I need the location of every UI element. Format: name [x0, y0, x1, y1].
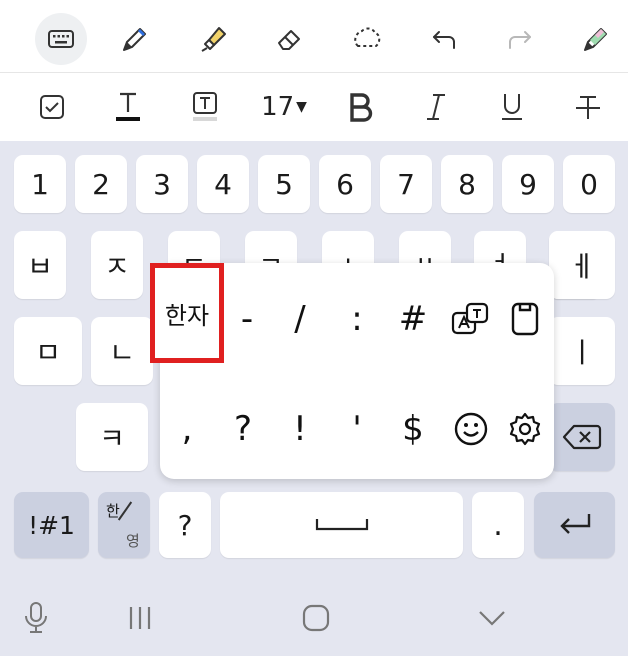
- popup-exclaim[interactable]: !: [275, 399, 325, 459]
- key-mieum[interactable]: ㅁ: [14, 317, 82, 385]
- key-e[interactable]: ㅔ: [549, 231, 615, 299]
- key-5[interactable]: 5: [258, 155, 310, 213]
- microphone-icon[interactable]: [18, 598, 54, 638]
- redo-icon[interactable]: [494, 13, 546, 65]
- key-0[interactable]: 0: [563, 155, 615, 213]
- undo-icon[interactable]: [418, 13, 470, 65]
- language-switch-key[interactable]: 한 영: [98, 492, 150, 558]
- key-nieun[interactable]: ㄴ: [91, 317, 153, 385]
- text-background-icon[interactable]: [183, 81, 227, 133]
- navigation-bar: [0, 580, 628, 656]
- font-size-value: 17: [261, 92, 295, 122]
- key-4[interactable]: 4: [197, 155, 249, 213]
- color-pen-icon[interactable]: [570, 13, 622, 65]
- popup-comma[interactable]: ,: [162, 399, 212, 459]
- backspace-key[interactable]: [549, 403, 615, 471]
- eraser-icon[interactable]: [263, 13, 315, 65]
- enter-key[interactable]: [534, 492, 615, 558]
- popup-hash[interactable]: #: [388, 289, 438, 349]
- popup-dollar[interactable]: $: [388, 399, 438, 459]
- key-bieup[interactable]: ㅂ: [14, 231, 66, 299]
- lang-english-label: 영: [126, 532, 140, 550]
- key-kieuk[interactable]: ㅋ: [76, 403, 148, 471]
- key-6[interactable]: 6: [319, 155, 371, 213]
- dropdown-caret-icon: ▼: [296, 99, 307, 115]
- checkbox-icon[interactable]: [30, 81, 74, 133]
- bold-icon[interactable]: [338, 81, 382, 133]
- space-icon: [315, 519, 368, 531]
- translate-icon[interactable]: [446, 289, 496, 349]
- italic-icon[interactable]: [414, 81, 458, 133]
- key-jieut[interactable]: ㅈ: [91, 231, 143, 299]
- pen-icon[interactable]: [109, 13, 161, 65]
- key-1[interactable]: 1: [14, 155, 66, 213]
- lang-slash: [117, 501, 133, 521]
- strikethrough-icon[interactable]: [566, 81, 610, 133]
- popup-apostrophe[interactable]: ': [332, 399, 382, 459]
- backspace-icon: [562, 424, 602, 450]
- popup-colon[interactable]: :: [332, 289, 382, 349]
- key-i[interactable]: ㅣ: [549, 317, 615, 385]
- clipboard-icon[interactable]: [500, 289, 550, 349]
- text-color-icon[interactable]: [106, 81, 150, 133]
- highlighter-icon[interactable]: [188, 13, 240, 65]
- space-key[interactable]: [220, 492, 463, 558]
- enter-icon: [559, 514, 590, 534]
- lasso-icon[interactable]: [341, 13, 393, 65]
- key-8[interactable]: 8: [441, 155, 493, 213]
- symbols-key[interactable]: !#1: [14, 492, 89, 558]
- popup-dash[interactable]: -: [222, 289, 272, 349]
- settings-gear-icon[interactable]: [500, 399, 550, 459]
- font-size-selector[interactable]: 17 ▼: [256, 81, 312, 133]
- question-key[interactable]: ?: [159, 492, 211, 558]
- drawing-toolbar: [0, 0, 628, 73]
- key-3[interactable]: 3: [136, 155, 188, 213]
- key-9[interactable]: 9: [502, 155, 554, 213]
- format-toolbar: 17 ▼: [0, 73, 628, 141]
- popup-question[interactable]: ?: [218, 399, 268, 459]
- hide-keyboard-icon[interactable]: [472, 598, 512, 638]
- emoji-icon[interactable]: [446, 399, 496, 459]
- keyboard-icon[interactable]: [35, 13, 87, 65]
- key-7[interactable]: 7: [380, 155, 432, 213]
- period-key[interactable]: .: [472, 492, 524, 558]
- hanja-label: 한자: [164, 301, 210, 330]
- home-icon[interactable]: [296, 598, 336, 638]
- hanja-key[interactable]: 한자: [150, 263, 224, 363]
- popup-slash[interactable]: /: [275, 289, 325, 349]
- recent-apps-icon[interactable]: [122, 598, 158, 638]
- key-2[interactable]: 2: [75, 155, 127, 213]
- underline-icon[interactable]: [490, 81, 534, 133]
